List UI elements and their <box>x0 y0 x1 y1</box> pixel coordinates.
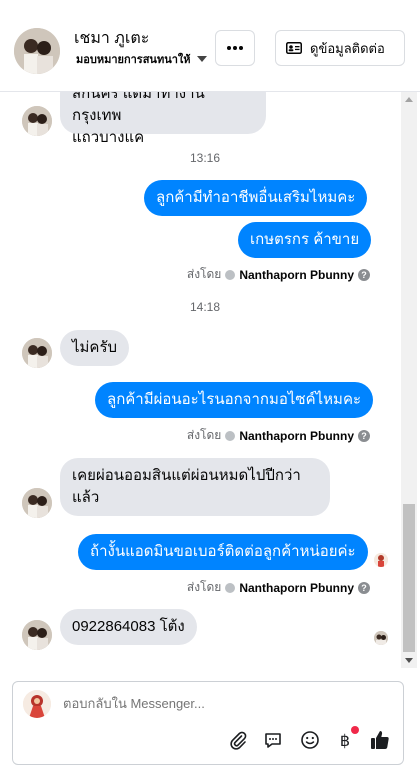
view-contact-info-label: ดูข้อมูลติดต่อ <box>310 40 385 56</box>
page-badge-icon <box>225 582 236 593</box>
page-avatar <box>23 690 51 718</box>
more-options-button[interactable] <box>215 30 255 66</box>
outgoing-message[interactable]: ถ้างั้นแอดมินขอเบอร์ติดต่อลูกค้าหน่อยค่ะ <box>78 534 368 570</box>
attach-file-button[interactable] <box>226 728 250 752</box>
sent-by-prefix: ส่งโดย <box>186 580 222 594</box>
scrollbar-thumb[interactable] <box>403 504 415 652</box>
sender-name[interactable]: Nanthaporn Pbunny <box>239 268 354 282</box>
contact-avatar-small <box>22 620 52 650</box>
thread-scrollbar[interactable] <box>401 92 417 668</box>
incoming-message[interactable]: สกนคร แดมาทำงานกรุงเทพ แถวบางแค <box>60 92 266 146</box>
help-icon[interactable]: ? <box>358 429 370 442</box>
outgoing-message[interactable]: ลูกค้ามีผ่อนอะไรนอกจากมอไซค์ไหมคะ <box>95 382 374 418</box>
like-button[interactable] <box>368 728 392 752</box>
reply-input[interactable] <box>63 696 383 711</box>
saved-replies-button[interactable] <box>261 728 285 752</box>
conversation-header: เชมา ภูเตะ มอบหมายการสนทนาให้ ดูข้อมูลติ… <box>0 0 420 92</box>
contact-avatar-small <box>22 338 52 368</box>
chat-bubble-icon <box>265 733 281 748</box>
seen-receipt-avatar <box>374 631 388 645</box>
assign-conversation-dropdown[interactable]: มอบหมายการสนทนาให้ <box>76 50 207 68</box>
help-icon[interactable]: ? <box>358 268 370 281</box>
assign-label: มอบหมายการสนทนาให้ <box>76 54 191 66</box>
outgoing-message[interactable]: ลูกค้ามีทำอาชีพอื่นเสริมไหมคะ <box>144 180 368 216</box>
message-text: ลูกค้ามีทำอาชีพอื่นเสริมไหมคะ <box>156 189 356 206</box>
emoji-button[interactable] <box>298 728 322 752</box>
sent-by-label: ส่งโดย Nanthaporn Pbunny ? <box>187 426 370 445</box>
outgoing-message[interactable]: เกษตรกร ค้าขาย <box>238 222 372 258</box>
message-text: แถวบางแค <box>72 129 145 146</box>
incoming-message[interactable]: ไม่ครับ <box>60 330 130 366</box>
id-card-icon <box>286 42 302 54</box>
sent-by-prefix: ส่งโดย <box>186 428 222 442</box>
notification-dot <box>351 726 359 734</box>
contact-avatar-small <box>22 106 52 136</box>
contact-avatar-small <box>22 488 52 518</box>
scroll-down-arrow-icon[interactable] <box>405 658 413 663</box>
more-dots-icon <box>227 46 243 50</box>
message-text: แล้ว <box>72 489 100 506</box>
message-text: ไม่ครับ <box>72 339 118 356</box>
seen-receipt-avatar <box>374 553 388 567</box>
message-thread: สกนคร แดมาทำงานกรุงเทพ แถวบางแค 13:16 ลู… <box>0 92 400 668</box>
smiley-icon <box>301 731 319 749</box>
message-text: 0922864083 โต้ง <box>72 618 185 635</box>
caret-down-icon <box>196 56 207 62</box>
message-text: ลูกค้ามีผ่อนอะไรนอกจากมอไซค์ไหมคะ <box>107 391 362 408</box>
payment-button[interactable]: ฿ <box>333 726 359 752</box>
message-text: เกษตรกร ค้าขาย <box>250 231 360 248</box>
contact-avatar[interactable] <box>14 28 60 74</box>
view-contact-info-button[interactable]: ดูข้อมูลติดต่อ <box>275 30 405 66</box>
scroll-up-arrow-icon[interactable] <box>405 97 413 102</box>
incoming-message[interactable]: เคยผ่อนออมสินแต่ผ่อนหมดไปปีกว่า แล้ว <box>60 458 330 516</box>
sent-by-prefix: ส่งโดย <box>186 267 222 281</box>
paperclip-icon <box>230 731 247 750</box>
message-text: ถ้างั้นแอดมินขอเบอร์ติดต่อลูกค้าหน่อยค่ะ <box>90 543 356 560</box>
sent-by-label: ส่งโดย Nanthaporn Pbunny ? <box>187 265 370 284</box>
page-badge-icon <box>225 269 236 280</box>
sender-name[interactable]: Nanthaporn Pbunny <box>239 429 354 443</box>
message-text: เคยผ่อนออมสินแต่ผ่อนหมดไปปีกว่า <box>72 467 301 484</box>
sender-name[interactable]: Nanthaporn Pbunny <box>239 581 354 595</box>
contact-name: เชมา ภูเตะ <box>74 30 150 47</box>
sent-by-label: ส่งโดย Nanthaporn Pbunny ? <box>187 578 370 597</box>
svg-text:฿: ฿ <box>340 731 350 750</box>
help-icon[interactable]: ? <box>358 581 370 594</box>
message-text: สกนคร แดมาทำงานกรุงเทพ <box>72 92 205 124</box>
page-badge-icon <box>225 430 236 441</box>
incoming-message[interactable]: 0922864083 โต้ง <box>60 609 197 645</box>
thumbs-up-icon <box>371 731 389 749</box>
timestamp: 14:18 <box>189 300 221 314</box>
reply-composer: ฿ <box>12 681 404 765</box>
timestamp: 13:16 <box>189 151 221 165</box>
